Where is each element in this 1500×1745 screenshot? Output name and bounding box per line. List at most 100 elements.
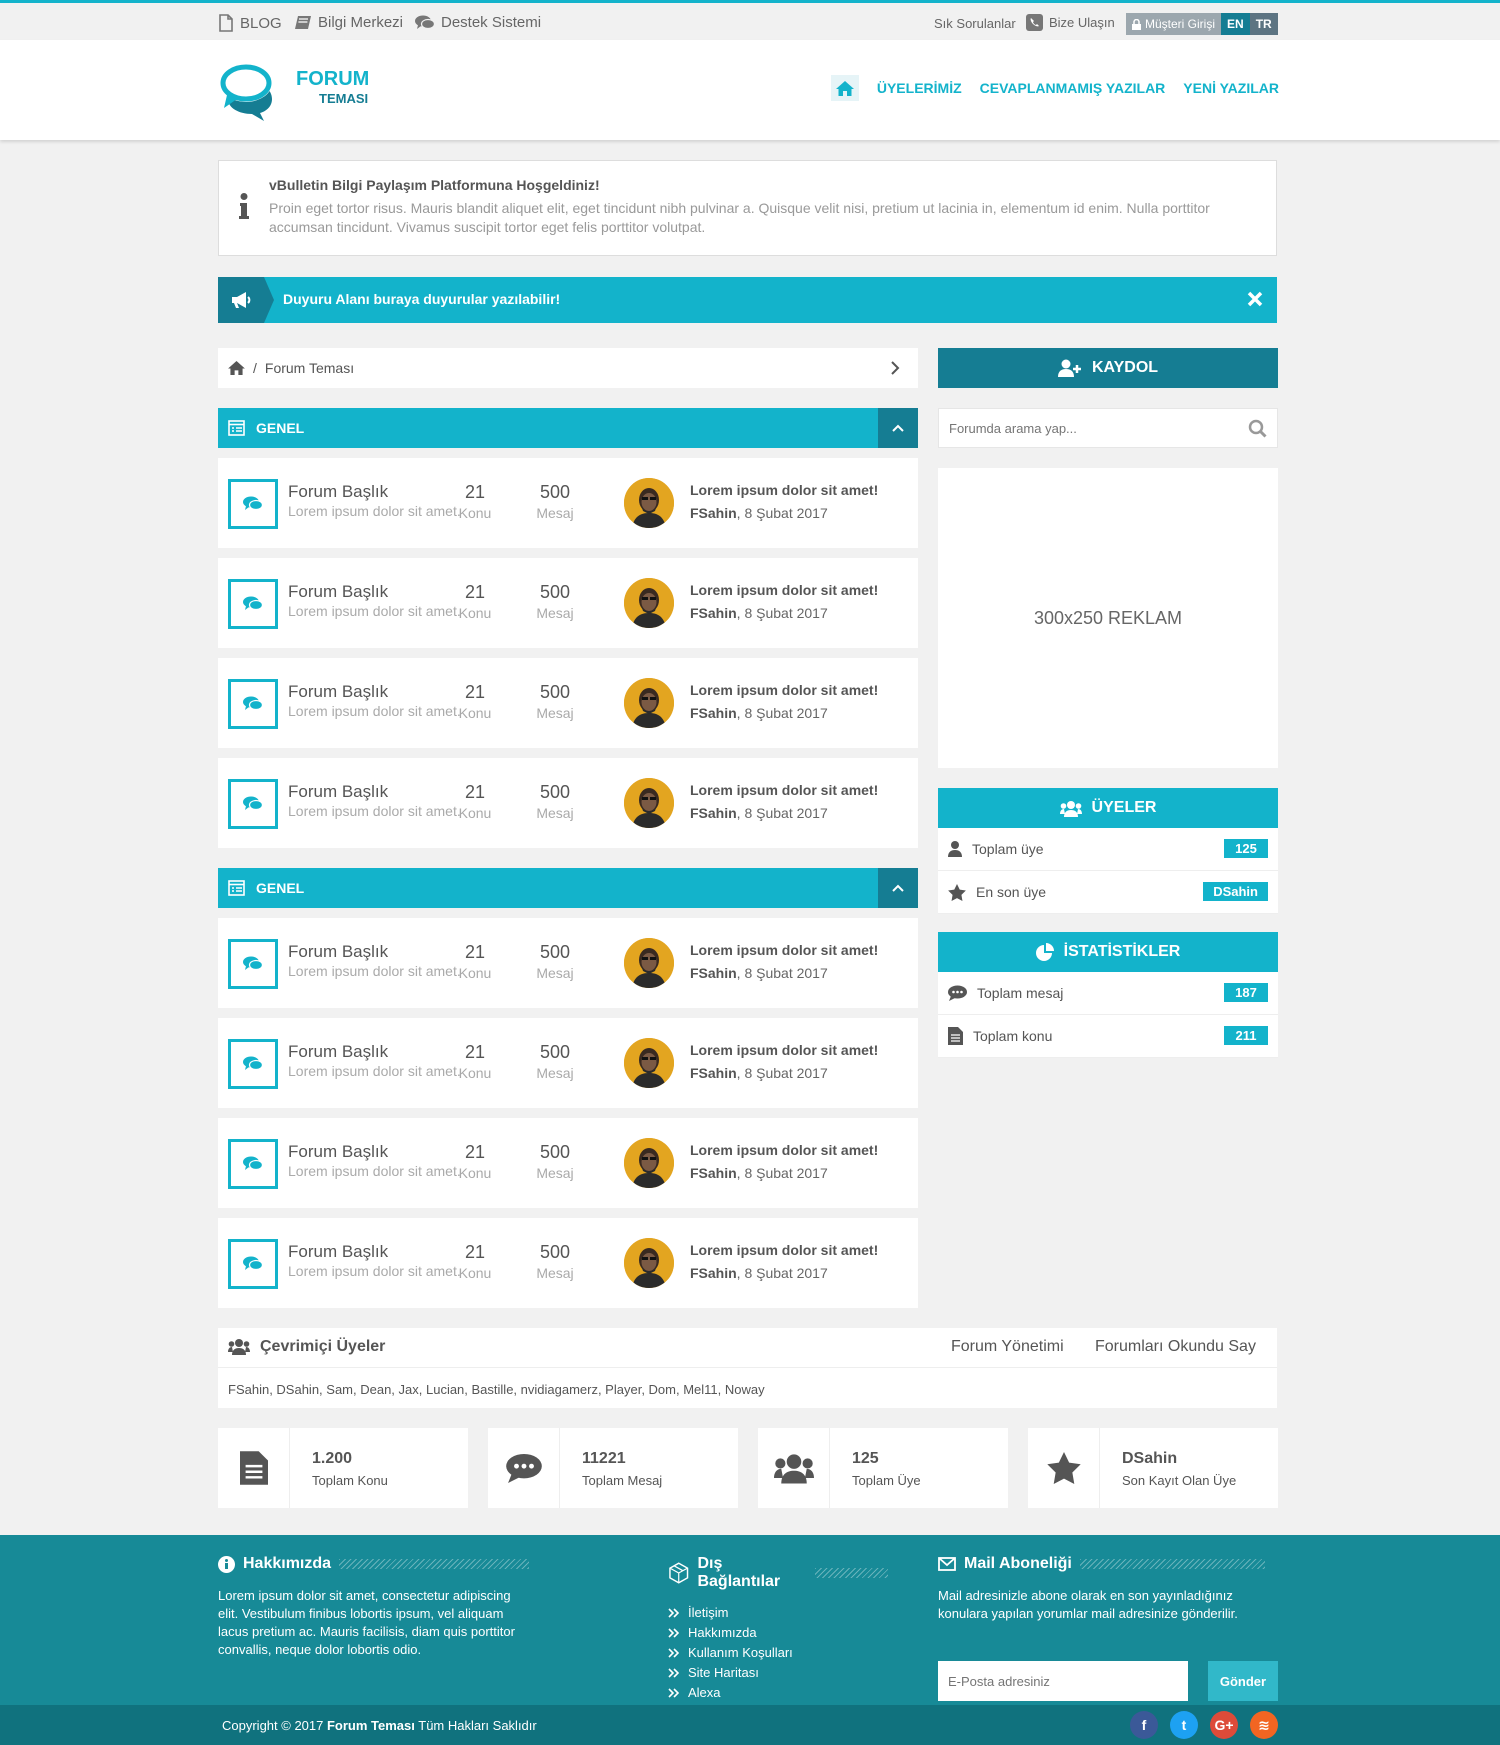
last-post-user[interactable]: FSahin xyxy=(690,1065,737,1081)
email-field[interactable] xyxy=(938,1661,1188,1701)
bilgi-merkezi-link[interactable]: Bilgi Merkezi xyxy=(294,14,403,31)
avatar[interactable] xyxy=(624,938,674,988)
subscribe-button[interactable]: Gönder xyxy=(1208,1661,1278,1701)
sss-link[interactable]: Sık Sorulanlar xyxy=(934,16,1016,31)
forum-icon-box[interactable] xyxy=(228,679,278,729)
user-icon xyxy=(948,841,962,857)
footer-link-label: Hakkımızda xyxy=(688,1625,757,1640)
last-post-title[interactable]: Lorem ipsum dolor sit amet! xyxy=(690,582,878,598)
last-post-user[interactable]: FSahin xyxy=(690,705,737,721)
forum-row[interactable]: Forum Başlık Lorem ipsum dolor sit amet. 2… xyxy=(218,658,918,748)
last-post-title[interactable]: Lorem ipsum dolor sit amet! xyxy=(690,1242,878,1258)
welcome-text: Proin eget tortor risus. Mauris blandit … xyxy=(269,200,1210,235)
chevron-right-icon[interactable] xyxy=(891,361,900,375)
avatar[interactable] xyxy=(624,478,674,528)
forum-row[interactable]: Forum Başlık Lorem ipsum dolor sit amet. 2… xyxy=(218,758,918,848)
nav-yeni-yazilar[interactable]: YENİ YAZILAR xyxy=(1183,80,1279,96)
mark-read-link[interactable]: Forumları Okundu Say xyxy=(1095,1338,1256,1356)
last-post-user[interactable]: FSahin xyxy=(690,1165,737,1181)
forum-icon-box[interactable] xyxy=(228,1139,278,1189)
register-button[interactable]: KAYDOL xyxy=(938,348,1278,388)
google-plus-icon[interactable]: G+ xyxy=(1210,1711,1238,1739)
destek-sistemi-link[interactable]: Destek Sistemi xyxy=(415,14,541,31)
forum-icon-box[interactable] xyxy=(228,779,278,829)
last-post-title[interactable]: Lorem ipsum dolor sit amet! xyxy=(690,782,878,798)
nav-home-button[interactable] xyxy=(830,75,859,101)
forum-icon-box[interactable] xyxy=(228,939,278,989)
forum-icon-box[interactable] xyxy=(228,1039,278,1089)
nav-cevaplanmamis[interactable]: CEVAPLANMAMIŞ YAZILAR xyxy=(980,80,1166,96)
double-chevron-right-icon xyxy=(668,1608,680,1618)
blog-link[interactable]: BLOG xyxy=(218,14,282,32)
last-post-user[interactable]: FSahin xyxy=(690,965,737,981)
last-post-title[interactable]: Lorem ipsum dolor sit amet! xyxy=(690,482,878,498)
last-post-title[interactable]: Lorem ipsum dolor sit amet! xyxy=(690,682,878,698)
last-post-title[interactable]: Lorem ipsum dolor sit amet! xyxy=(690,1142,878,1158)
forum-row[interactable]: Forum Başlık Lorem ipsum dolor sit amet. 2… xyxy=(218,558,918,648)
forum-description: Lorem ipsum dolor sit amet. xyxy=(288,1163,461,1179)
nav-uyelerimiz[interactable]: ÜYELERİMİZ xyxy=(877,80,962,96)
collapse-button[interactable] xyxy=(878,868,918,908)
last-post-meta: FSahin, 8 Şubat 2017 xyxy=(690,605,828,621)
topic-count-value: 21 xyxy=(464,1042,486,1062)
lang-tr-button[interactable]: TR xyxy=(1249,13,1278,35)
forum-title[interactable]: Forum Başlık xyxy=(288,1142,388,1162)
topic-count-label: Konu xyxy=(458,1165,492,1181)
bize-ulasin-link[interactable]: Bize Ulaşın xyxy=(1026,14,1115,31)
bullhorn-icon xyxy=(232,292,251,308)
avatar[interactable] xyxy=(624,678,674,728)
footer-link-alexa[interactable]: Alexa xyxy=(668,1683,888,1703)
forum-title[interactable]: Forum Başlık xyxy=(288,1042,388,1062)
file-icon xyxy=(239,1451,268,1485)
forum-title[interactable]: Forum Başlık xyxy=(288,1242,388,1262)
musteri-girisi-button[interactable]: Müşteri Girişi xyxy=(1126,13,1222,35)
forum-title[interactable]: Forum Başlık xyxy=(288,782,388,802)
facebook-icon[interactable]: f xyxy=(1130,1711,1158,1739)
forum-title[interactable]: Forum Başlık xyxy=(288,582,388,602)
last-post-user[interactable]: FSahin xyxy=(690,805,737,821)
online-users-list[interactable]: FSahin, DSahin, Sam, Dean, Jax, Lucian, … xyxy=(228,1382,765,1397)
avatar[interactable] xyxy=(624,1238,674,1288)
stat-icon-box xyxy=(488,1428,560,1508)
forum-title[interactable]: Forum Başlık xyxy=(288,482,388,502)
members-latest-label: En son üye xyxy=(976,884,1047,900)
lang-en-button[interactable]: EN xyxy=(1221,13,1250,35)
footer-link-iletisim[interactable]: İletişim xyxy=(668,1603,888,1623)
forum-icon-box[interactable] xyxy=(228,1239,278,1289)
search-icon[interactable] xyxy=(1248,419,1267,438)
footer-link-kullanim[interactable]: Kullanım Koşulları xyxy=(668,1643,888,1663)
ad-placeholder[interactable]: 300x250 REKLAM xyxy=(938,468,1278,768)
rss-icon[interactable]: ≋ xyxy=(1250,1711,1278,1739)
forum-row[interactable]: Forum Başlık Lorem ipsum dolor sit amet. 2… xyxy=(218,1218,918,1308)
logo[interactable]: FORUM TEMASI xyxy=(218,61,369,121)
footer-link-hakkimizda[interactable]: Hakkımızda xyxy=(668,1623,888,1643)
home-icon[interactable] xyxy=(228,361,245,375)
category-title: GENEL xyxy=(256,880,305,896)
avatar[interactable] xyxy=(624,578,674,628)
footer-link-site-haritasi[interactable]: Site Haritası xyxy=(668,1663,888,1683)
copyright-brand[interactable]: Forum Teması xyxy=(327,1718,415,1733)
avatar[interactable] xyxy=(624,778,674,828)
close-icon[interactable] xyxy=(1247,291,1263,307)
twitter-icon[interactable]: t xyxy=(1170,1711,1198,1739)
avatar[interactable] xyxy=(624,1038,674,1088)
forum-row[interactable]: Forum Başlık Lorem ipsum dolor sit amet. 2… xyxy=(218,1018,918,1108)
members-latest-badge[interactable]: DSahin xyxy=(1203,882,1268,901)
last-post-title[interactable]: Lorem ipsum dolor sit amet! xyxy=(690,942,878,958)
forum-row[interactable]: Forum Başlık Lorem ipsum dolor sit amet. 2… xyxy=(218,458,918,548)
avatar[interactable] xyxy=(624,1138,674,1188)
forum-icon-box[interactable] xyxy=(228,479,278,529)
forum-icon-box[interactable] xyxy=(228,579,278,629)
forum-row[interactable]: Forum Başlık Lorem ipsum dolor sit amet. 2… xyxy=(218,1118,918,1208)
forum-title[interactable]: Forum Başlık xyxy=(288,942,388,962)
last-post-user[interactable]: FSahin xyxy=(690,505,737,521)
collapse-button[interactable] xyxy=(878,408,918,448)
forum-yonetimi-link[interactable]: Forum Yönetimi xyxy=(951,1338,1064,1356)
last-post-user[interactable]: FSahin xyxy=(690,605,737,621)
forum-row[interactable]: Forum Başlık Lorem ipsum dolor sit amet. 2… xyxy=(218,918,918,1008)
forum-title[interactable]: Forum Başlık xyxy=(288,682,388,702)
search-input[interactable] xyxy=(939,409,1239,447)
last-post-title[interactable]: Lorem ipsum dolor sit amet! xyxy=(690,1042,878,1058)
last-post-user[interactable]: FSahin xyxy=(690,1265,737,1281)
breadcrumb-current[interactable]: Forum Teması xyxy=(265,360,354,376)
